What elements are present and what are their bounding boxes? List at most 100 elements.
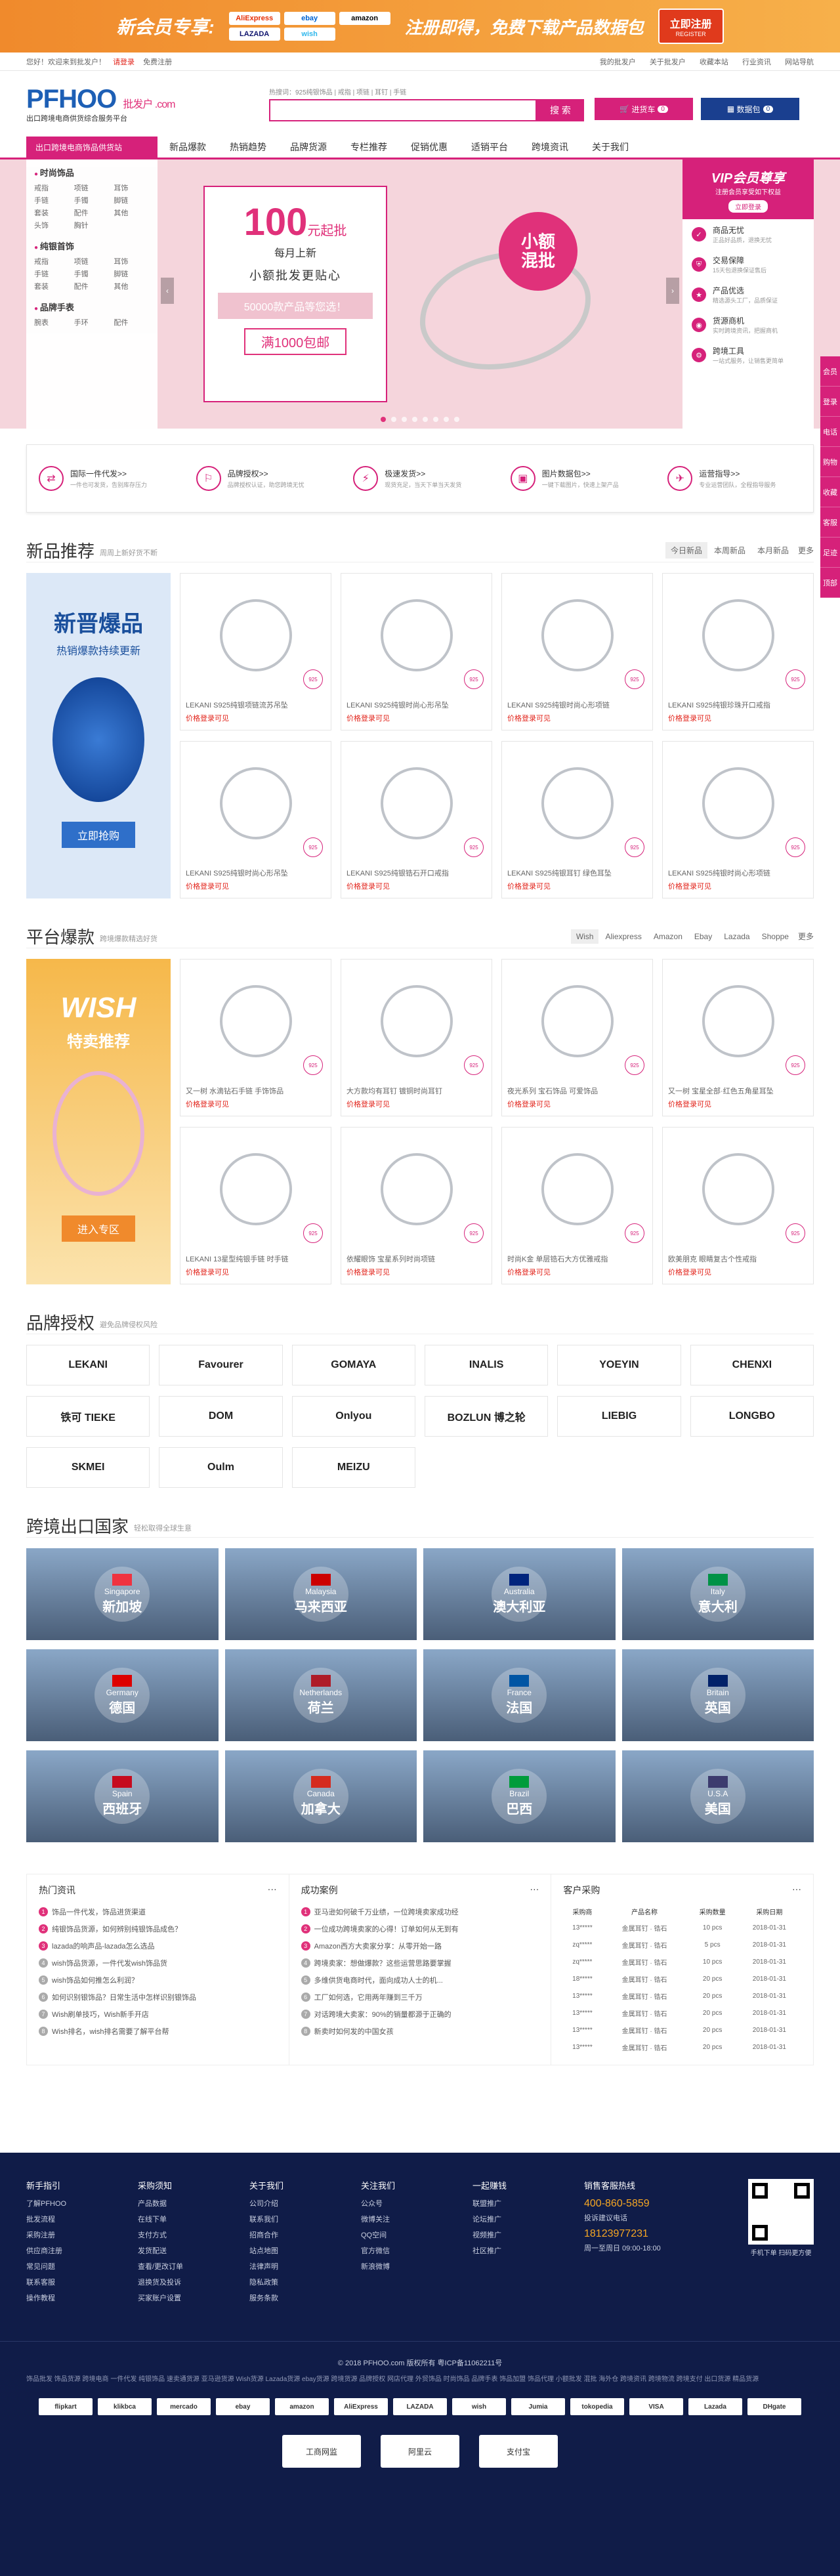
footer-link[interactable]: 新浪微博 (361, 2261, 472, 2271)
search-input[interactable] (269, 98, 537, 121)
brand-logo[interactable]: LEKANI (26, 1345, 150, 1385)
wish-promo-card[interactable]: WISH 特卖推荐 进入专区 (26, 959, 171, 1284)
footer-link[interactable]: 在线下单 (138, 2214, 249, 2224)
brand-logo[interactable]: INALIS (424, 1345, 549, 1385)
product-card[interactable]: 925 依耀眼饰 宝星系列时尚项链 价格登录可见 (341, 1127, 492, 1284)
brand-logo[interactable]: SKMEI (26, 1447, 150, 1488)
brand-logo[interactable]: 铁可 TIEKE (26, 1396, 150, 1437)
country-tile[interactable]: Spain 西班牙 (26, 1750, 219, 1842)
cart-button[interactable]: 🛒 进货车 0 (595, 98, 693, 120)
footer-link[interactable]: 隐私政策 (249, 2277, 361, 2287)
news-item[interactable]: 4 跨境卖家：想做爆款？这些运营思路要掌握 (301, 1954, 539, 1972)
category-link[interactable]: 头饰 (34, 220, 70, 230)
nav-item[interactable]: 促销优惠 (399, 137, 459, 158)
brand-logo[interactable]: Onlyou (291, 1396, 415, 1437)
service-item[interactable]: ⚡ 极速发货>> 现货充足，当天下单当天发货 (341, 445, 499, 512)
promo-card-button[interactable]: 立即抢购 (61, 822, 135, 848)
footer-link[interactable]: 支付方式 (138, 2229, 249, 2240)
news-item[interactable]: 2 纯银饰品货源，如何辨别纯银饰品成色？ (39, 1920, 277, 1937)
product-image[interactable]: 925 (502, 574, 652, 697)
float-bar-item[interactable]: 登录 (820, 387, 840, 417)
nav-item[interactable]: 适销平台 (459, 137, 520, 158)
product-name[interactable]: 欧美朋克 眼睛复古个性戒指 (663, 1251, 813, 1267)
brand-logo[interactable]: BOZLUN 博之轮 (424, 1396, 549, 1437)
product-image[interactable]: 925 (180, 1128, 331, 1251)
country-tile[interactable]: France 法国 (423, 1649, 616, 1741)
footer-link[interactable]: 联系我们 (249, 2214, 361, 2224)
category-link[interactable]: 戒指 (34, 256, 70, 266)
product-name[interactable]: LEKANI S925纯银锆石开口戒指 (341, 865, 492, 881)
tab-month[interactable]: 本月新品 (752, 542, 794, 559)
product-image[interactable]: 925 (341, 574, 492, 697)
brand-logo[interactable]: LONGBO (690, 1396, 814, 1437)
util-link-my[interactable]: 我的批发户 (600, 58, 636, 66)
product-image[interactable]: 925 (180, 742, 331, 865)
nav-item[interactable]: 新品爆款 (158, 137, 218, 158)
more-link[interactable]: 更多 (798, 931, 814, 942)
carousel-dot[interactable] (402, 417, 407, 422)
product-card[interactable]: 925 又一树 宝星全部·红色五角星耳坠 价格登录可见 (662, 959, 814, 1116)
more-icon[interactable]: ··· (792, 1884, 801, 1897)
brand-logo[interactable]: CHENXI (690, 1345, 814, 1385)
category-link[interactable]: 配件 (74, 207, 110, 218)
category-link[interactable]: 耳饰 (114, 182, 150, 193)
category-link[interactable]: 手链 (34, 268, 70, 279)
news-item[interactable]: 6 工厂如何选，它用两年赚到三千万 (301, 1989, 539, 2006)
carousel-dot[interactable] (433, 417, 438, 422)
footer-link[interactable]: 发货配送 (138, 2245, 249, 2256)
product-image[interactable]: 925 (502, 1128, 652, 1251)
category-link[interactable]: 手链 (34, 195, 70, 205)
product-image[interactable]: 925 (341, 960, 492, 1083)
service-item[interactable]: ⇄ 国际一件代发>> 一件也可发货，告别库存压力 (27, 445, 184, 512)
service-item[interactable]: ▣ 图片数据包>> 一键下载图片，快速上架产品 (499, 445, 656, 512)
news-item[interactable]: 3 Amazon西方大卖家分享：从零开始一路 (301, 1937, 539, 1954)
nav-item[interactable]: 专栏推荐 (339, 137, 399, 158)
util-link-about[interactable]: 关于批发户 (650, 58, 686, 66)
product-name[interactable]: LEKANI S925纯银时尚心形吊坠 (180, 865, 331, 881)
product-name[interactable]: 又一树 宝星全部·红色五角星耳坠 (663, 1083, 813, 1099)
util-link-sitemap[interactable]: 网站导航 (785, 58, 814, 66)
category-link[interactable]: 戒指 (34, 182, 70, 193)
signup-link[interactable]: 免费注册 (143, 58, 172, 66)
platform-tab[interactable]: Ebay (689, 929, 717, 944)
country-tile[interactable]: Australia 澳大利亚 (423, 1548, 616, 1640)
news-item[interactable]: 7 对话跨境大卖家：90%的销量都源于正确的 (301, 2006, 539, 2023)
product-name[interactable]: 大方款均有耳钉 镀铜时尚耳钉 (341, 1083, 492, 1099)
carousel-dot[interactable] (391, 417, 396, 422)
footer-link[interactable]: 操作教程 (26, 2292, 138, 2303)
product-name[interactable]: LEKANI S925纯银耳钉 绿色耳坠 (502, 865, 652, 881)
product-image[interactable]: 925 (502, 960, 652, 1083)
vip-benefit-item[interactable]: ★ 产品优选 精选源头工厂，品质保证 (682, 280, 814, 310)
nav-item[interactable]: 品牌货源 (278, 137, 339, 158)
news-item[interactable]: 5 多维供货电商时代，面向成功人士的机... (301, 1972, 539, 1989)
float-bar-item[interactable]: 顶部 (820, 568, 840, 598)
category-link[interactable]: 脚链 (114, 195, 150, 205)
certification-badge[interactable]: 工商网监 (282, 2435, 361, 2468)
tab-week[interactable]: 本周新品 (709, 542, 751, 559)
float-bar-item[interactable]: 足迹 (820, 538, 840, 568)
footer-link[interactable]: 公众号 (361, 2198, 472, 2208)
brand-logo[interactable]: Oulm (159, 1447, 283, 1488)
product-card[interactable]: 925 LEKANI S925纯银时尚心形吊坠 价格登录可见 (180, 741, 331, 898)
product-image[interactable]: 925 (663, 742, 813, 865)
login-link[interactable]: 请登录 (113, 58, 135, 66)
footer-link[interactable]: 社区推广 (472, 2245, 584, 2256)
footer-link[interactable]: 论坛推广 (472, 2214, 584, 2224)
footer-link[interactable]: 常见问题 (26, 2261, 138, 2271)
float-bar-item[interactable]: 购物 (820, 447, 840, 477)
platform-tab[interactable]: Amazon (648, 929, 688, 944)
product-name[interactable]: 依耀眼饰 宝星系列时尚项链 (341, 1251, 492, 1267)
product-card[interactable]: 925 时尚K金 单层锆石大方优雅戒指 价格登录可见 (501, 1127, 653, 1284)
product-card[interactable]: 925 LEKANI 13星型纯银手链 时手链 价格登录可见 (180, 1127, 331, 1284)
brand-logo[interactable]: Favourer (159, 1345, 283, 1385)
news-item[interactable]: 1 亚马逊如何破千万业绩，一位跨境卖家成功经 (301, 1903, 539, 1920)
platform-tab[interactable]: Lazada (719, 929, 755, 944)
platform-tab[interactable]: Aliexpress (600, 929, 646, 944)
news-item[interactable]: 6 如何识别银饰品？日常生活中怎样识别银饰品 (39, 1989, 277, 2006)
country-tile[interactable]: Brazil 巴西 (423, 1750, 616, 1842)
more-icon[interactable]: ··· (268, 1884, 277, 1897)
product-name[interactable]: LEKANI 13星型纯银手链 时手链 (180, 1251, 331, 1267)
tab-today[interactable]: 今日新品 (665, 542, 707, 559)
product-name[interactable]: LEKANI S925纯银时尚心形项链 (502, 697, 652, 713)
category-link[interactable]: 手环 (74, 317, 110, 327)
